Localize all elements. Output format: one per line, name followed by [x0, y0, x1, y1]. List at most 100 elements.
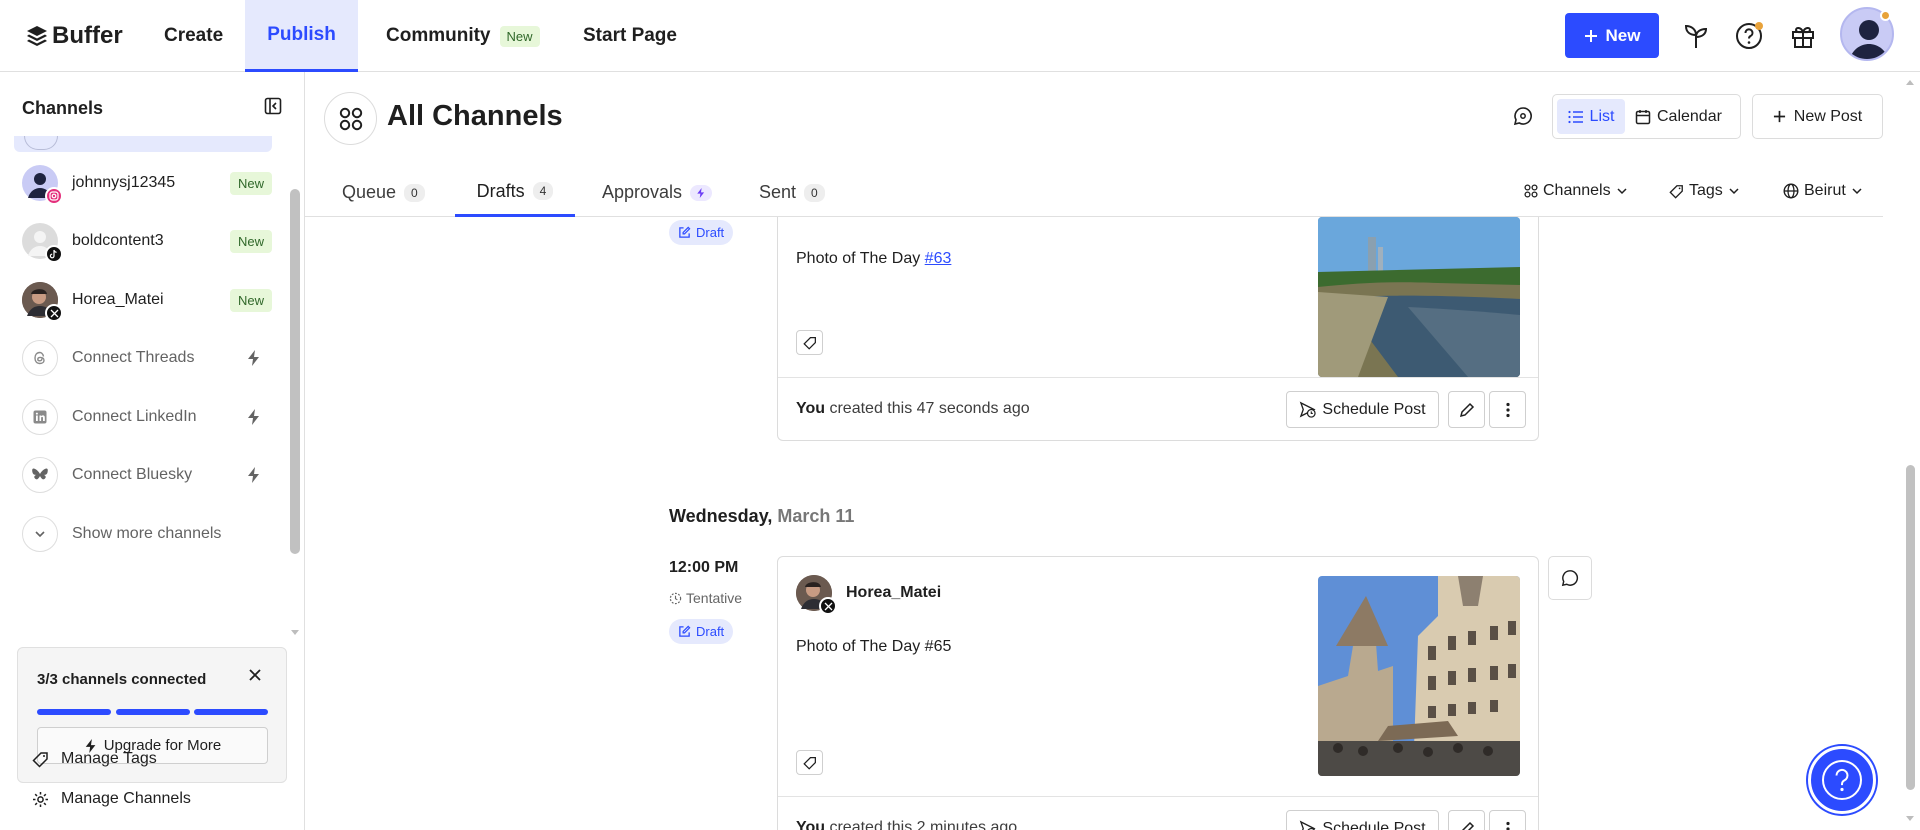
gear-icon [33, 791, 48, 807]
schedule-post-button[interactable]: Schedule Post [1286, 391, 1439, 428]
connect-linkedin-item[interactable]: Connect LinkedIn [22, 395, 272, 439]
edit-post-button[interactable] [1448, 391, 1485, 428]
connect-linkedin-label: Connect LinkedIn [72, 408, 197, 425]
post-image-street[interactable] [1318, 576, 1520, 776]
connect-threads-item[interactable]: Connect Threads [22, 336, 272, 380]
buffer-logo[interactable]: Buffer [26, 22, 123, 50]
channel-item-johnnysj12345[interactable]: johnnysj12345 New [22, 161, 272, 205]
bluesky-icon [22, 457, 58, 493]
sidebar-scroll-thumb[interactable] [290, 189, 300, 554]
created-time: created this 2 minutes ago [825, 819, 1018, 830]
clock-dashed-icon [669, 592, 682, 604]
created-time: created this 47 seconds ago [825, 400, 1030, 417]
tab-queue-label: Queue [342, 182, 397, 202]
post-image-river[interactable] [1318, 217, 1520, 377]
draft-status-label: Draft [696, 225, 725, 240]
channel-name: johnnysj12345 [72, 174, 176, 191]
timezone-label: Beirut [1804, 182, 1846, 199]
manage-tags-label: Manage Tags [61, 750, 157, 767]
calendar-view-button[interactable]: Calendar [1635, 99, 1722, 134]
post-footer: You created this 2 minutes ago Schedule … [778, 796, 1538, 830]
draft-status-badge: Draft [669, 619, 734, 644]
main-header: All Channels List Calendar New Post Queu… [305, 72, 1890, 217]
post-hashtag-link[interactable]: #63 [925, 250, 952, 267]
channel-new-badge: New [229, 288, 272, 312]
approvals-bolt-badge [690, 184, 713, 201]
instagram-icon [45, 187, 63, 205]
nav-start-page[interactable]: Start Page [583, 0, 677, 72]
x-icon [819, 597, 837, 615]
sprout-icon[interactable] [1680, 20, 1712, 52]
tags-filter[interactable]: Tags [1669, 182, 1740, 200]
new-button[interactable]: New [1565, 13, 1659, 58]
linkedin-icon [22, 399, 58, 435]
show-more-channels[interactable]: Show more channels [22, 512, 272, 556]
collapse-sidebar-icon[interactable] [264, 97, 282, 115]
add-tag-button[interactable] [796, 330, 823, 355]
gift-icon[interactable] [1787, 20, 1819, 52]
new-post-label: New Post [1793, 107, 1863, 125]
plus-icon [1773, 110, 1785, 123]
post-text: Photo of The Day #63 [796, 250, 951, 268]
channel-name: boldcontent3 [72, 232, 164, 249]
channel-item-boldcontent3[interactable]: boldcontent3 New [22, 219, 272, 263]
list-view-label: List [1589, 107, 1615, 125]
post-card[interactable]: Horea_Matei Photo of The Day #65 You cre… [777, 556, 1539, 830]
x-icon [45, 304, 63, 322]
edit-post-button[interactable] [1448, 810, 1485, 830]
tab-drafts[interactable]: Drafts 4 [455, 168, 575, 217]
add-tag-button[interactable] [796, 750, 823, 775]
nav-create[interactable]: Create [164, 0, 223, 72]
more-options-button[interactable] [1489, 391, 1526, 428]
sidebar-title: Channels [22, 98, 104, 118]
draft-status-label: Draft [696, 624, 725, 639]
tab-sent-count: 0 [804, 183, 825, 202]
connect-bluesky-item[interactable]: Connect Bluesky [22, 453, 272, 497]
channel-new-badge: New [229, 171, 272, 195]
channels-filter[interactable]: Channels [1524, 182, 1628, 200]
nav-publish[interactable]: Publish [245, 0, 358, 72]
pencil-icon [1460, 821, 1474, 830]
list-view-button[interactable]: List [1557, 99, 1625, 134]
timezone-filter[interactable]: Beirut [1783, 182, 1863, 200]
more-options-button[interactable] [1489, 810, 1526, 830]
new-post-button[interactable]: New Post [1752, 94, 1883, 139]
sidebar: Channels johnnysj12345 New boldcontent3 … [0, 72, 305, 830]
progress-segment [37, 709, 111, 715]
show-more-label: Show more channels [72, 525, 222, 542]
pencil-icon [1459, 402, 1474, 417]
schedule-post-button[interactable]: Schedule Post [1286, 810, 1439, 830]
tab-approvals[interactable]: Approvals [602, 168, 713, 217]
post-card[interactable]: Photo of The Day #63 You created this 47… [777, 217, 1539, 441]
channels-connected-title: 3/3 channels connected [37, 671, 207, 688]
post-text: Photo of The Day #65 [796, 638, 952, 655]
author-name: Horea_Matei [846, 584, 942, 601]
chevron-down-icon [1729, 188, 1739, 195]
author-avatar [796, 575, 837, 615]
help-icon[interactable] [1733, 20, 1765, 52]
close-icon[interactable] [248, 668, 262, 682]
feedback-icon[interactable] [1513, 106, 1533, 126]
comment-button[interactable] [1548, 556, 1592, 600]
chevron-down-icon [1617, 188, 1627, 195]
tag-plus-icon [802, 336, 816, 350]
bolt-icon [248, 467, 259, 483]
schedule-icon [1300, 820, 1316, 830]
tab-approvals-label: Approvals [602, 182, 683, 202]
author-you: You [796, 819, 826, 830]
tab-queue[interactable]: Queue 0 [342, 168, 425, 217]
help-chat-button[interactable] [1808, 746, 1876, 814]
nav-community[interactable]: Community New [386, 0, 540, 72]
manage-tags-link[interactable]: Manage Tags [32, 750, 157, 768]
schedule-post-label: Schedule Post [1322, 819, 1426, 830]
main-scroll-thumb[interactable] [1906, 465, 1915, 790]
manage-channels-label: Manage Channels [61, 790, 191, 807]
manage-channels-link[interactable]: Manage Channels [32, 790, 191, 808]
schedule-post-label: Schedule Post [1322, 400, 1426, 418]
channel-item-horea-matei[interactable]: Horea_Matei New [22, 278, 272, 322]
nav-community-label: Community [386, 25, 491, 46]
date-day: March 11 [777, 506, 855, 526]
tab-sent[interactable]: Sent 0 [759, 168, 825, 217]
channel-new-badge: New [229, 229, 272, 253]
post-text-prefix: Photo of The Day [796, 250, 925, 267]
